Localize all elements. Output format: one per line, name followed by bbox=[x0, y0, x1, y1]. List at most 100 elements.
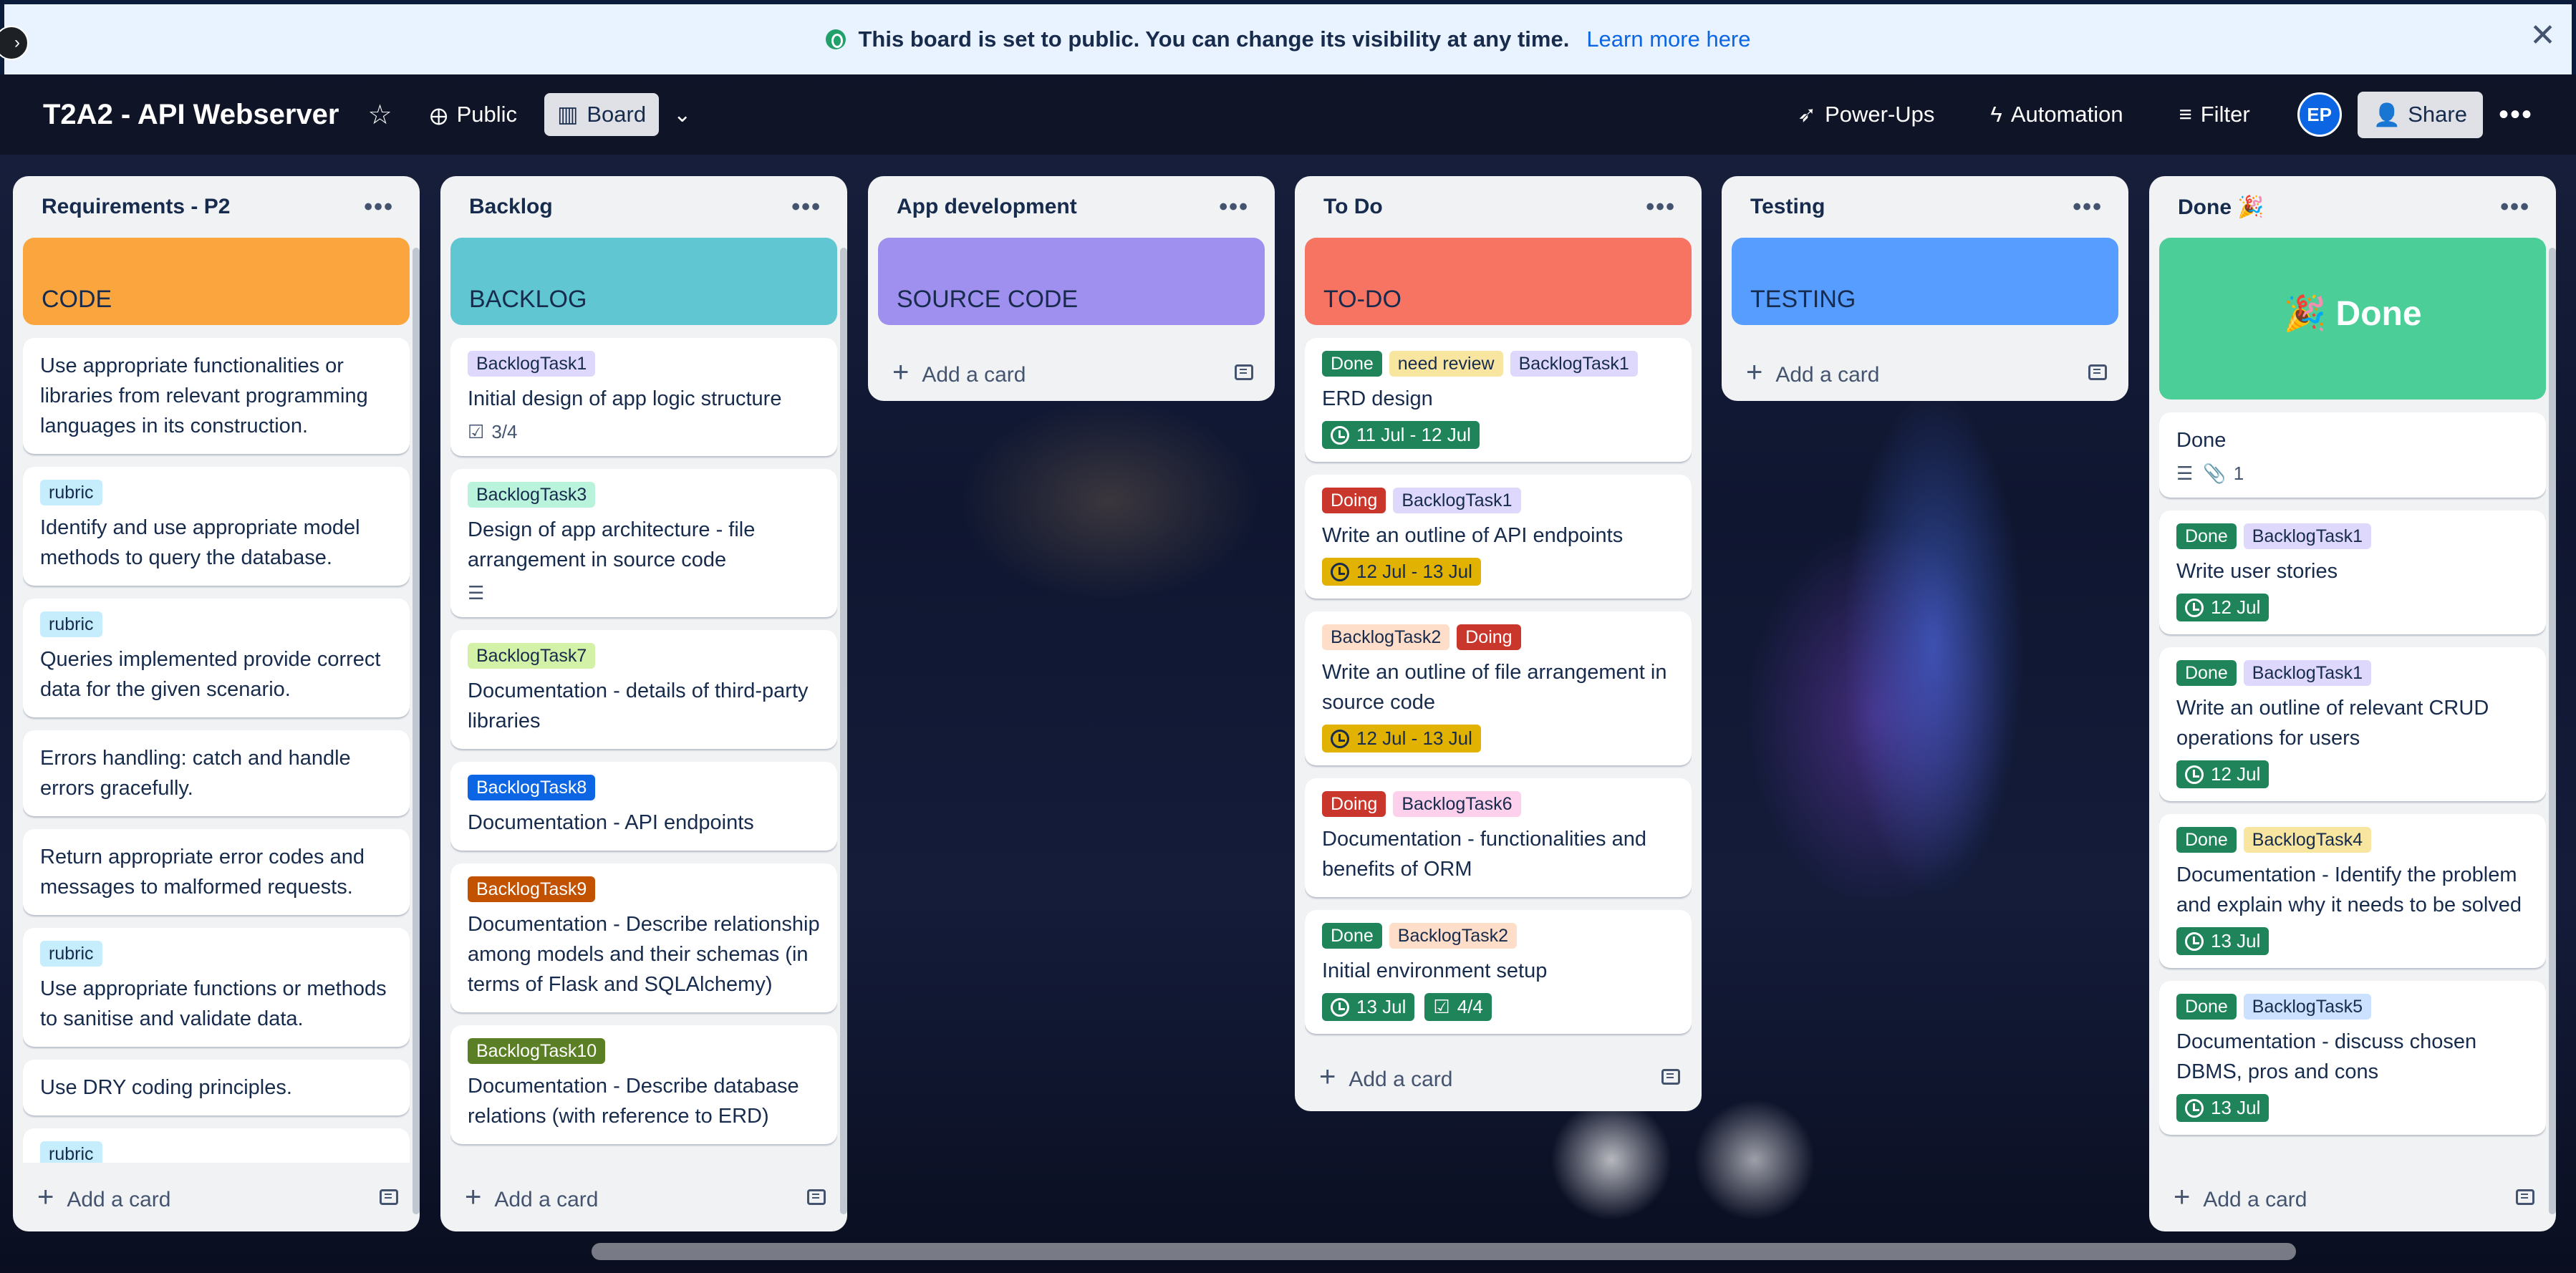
card[interactable]: Return appropriate error codes and messa… bbox=[23, 829, 410, 915]
card-label[interactable]: BacklogTask9 bbox=[468, 876, 596, 902]
more-menu-icon[interactable]: ••• bbox=[1219, 193, 1249, 221]
more-menu-icon[interactable]: ••• bbox=[2500, 193, 2530, 221]
list-title[interactable]: To Do bbox=[1323, 195, 1383, 219]
board-title[interactable]: T2A2 - API Webserver bbox=[43, 99, 339, 131]
card-label[interactable]: BacklogTask1 bbox=[2243, 660, 2372, 686]
card-label[interactable]: Doing bbox=[1322, 488, 1386, 513]
card-label[interactable]: rubric bbox=[40, 480, 102, 505]
card[interactable]: BacklogTask7 Documentation - details of t… bbox=[450, 630, 837, 749]
board-view-button[interactable]: ▥ Board bbox=[544, 93, 660, 136]
card[interactable]: Errors handling: catch and handle errors… bbox=[23, 730, 410, 816]
card[interactable]: Done ☰ 📎 1 bbox=[2159, 412, 2546, 498]
card-label[interactable]: BacklogTask2 bbox=[1389, 923, 1518, 949]
card[interactable]: BacklogTask1 Initial design of app logic … bbox=[450, 338, 837, 456]
card-label[interactable]: BacklogTask2 bbox=[1322, 624, 1450, 650]
card[interactable]: Done need review BacklogTask1 ERD design 11 … bbox=[1305, 338, 1692, 462]
due-date-badge[interactable]: 12 Jul bbox=[2176, 760, 2269, 788]
card-label[interactable]: rubric bbox=[40, 941, 102, 967]
list-title[interactable]: Requirements - P2 bbox=[42, 195, 230, 219]
due-date-badge[interactable]: 12 Jul - 13 Jul bbox=[1322, 725, 1481, 752]
cover-card[interactable]: BACKLOG bbox=[450, 238, 837, 325]
card-label[interactable]: BacklogTask1 bbox=[468, 351, 596, 377]
card-label[interactable]: BacklogTask10 bbox=[468, 1038, 606, 1064]
more-menu-icon[interactable]: ••• bbox=[2073, 193, 2103, 221]
add-card-button[interactable]: + Add a card bbox=[23, 1163, 410, 1231]
card-template-icon[interactable] bbox=[2516, 1189, 2534, 1205]
card[interactable]: Done BacklogTask1 Write user stories 12 Jul bbox=[2159, 510, 2546, 634]
card-label[interactable]: BacklogTask8 bbox=[468, 775, 596, 800]
list-scrollbar[interactable] bbox=[413, 248, 420, 1214]
due-date-badge[interactable]: 11 Jul - 12 Jul bbox=[1322, 421, 1480, 449]
card[interactable]: Use DRY coding principles. bbox=[23, 1060, 410, 1115]
card[interactable]: Done BacklogTask4 Documentation - Identify… bbox=[2159, 814, 2546, 968]
card[interactable]: rubric Queries implemented provide correc… bbox=[23, 599, 410, 717]
filter-button[interactable]: ≡ Filter bbox=[2166, 93, 2263, 136]
cover-card[interactable]: TO-DO bbox=[1305, 238, 1692, 325]
horizontal-scrollbar[interactable] bbox=[592, 1243, 2296, 1260]
add-card-button[interactable]: + Add a card bbox=[1305, 1042, 1692, 1111]
power-ups-button[interactable]: ➶ Power-Ups bbox=[1785, 93, 1947, 136]
card[interactable]: Use appropriate functionalities or libra… bbox=[23, 338, 410, 454]
card-label[interactable]: BacklogTask6 bbox=[1393, 791, 1521, 817]
card-label[interactable]: rubric bbox=[40, 611, 102, 637]
more-menu-icon[interactable]: ••• bbox=[364, 193, 394, 221]
card-template-icon[interactable] bbox=[2088, 364, 2107, 380]
card[interactable]: rubric Identify and use appropriate model… bbox=[23, 467, 410, 586]
card-label[interactable]: Done bbox=[1322, 351, 1382, 377]
card-label[interactable]: Done bbox=[2176, 660, 2237, 686]
card[interactable]: BacklogTask9 Documentation - Describe rel… bbox=[450, 863, 837, 1012]
card-template-icon[interactable] bbox=[380, 1189, 398, 1205]
card-label[interactable]: BacklogTask5 bbox=[2243, 994, 2372, 1020]
list-title[interactable]: Testing bbox=[1750, 195, 1825, 219]
card-label[interactable]: BacklogTask1 bbox=[1510, 351, 1638, 377]
automation-button[interactable]: ϟ Automation bbox=[1977, 93, 2136, 136]
list-title[interactable]: Backlog bbox=[469, 195, 553, 219]
due-date-badge[interactable]: 12 Jul - 13 Jul bbox=[1322, 558, 1481, 586]
share-button[interactable]: 👤 Share bbox=[2357, 91, 2483, 138]
more-menu-icon[interactable]: ••• bbox=[2499, 99, 2533, 131]
due-date-badge[interactable]: 13 Jul bbox=[1322, 993, 1415, 1021]
due-date-badge[interactable]: 13 Jul bbox=[2176, 927, 2269, 955]
add-card-button[interactable]: + Add a card bbox=[450, 1163, 837, 1231]
cover-card[interactable]: SOURCE CODE bbox=[878, 238, 1265, 325]
card[interactable]: BacklogTask2 Doing Write an outline of fil… bbox=[1305, 611, 1692, 765]
card-label[interactable]: rubric bbox=[40, 1141, 102, 1163]
add-card-button[interactable]: + Add a card bbox=[2159, 1163, 2546, 1231]
card-label[interactable]: Done bbox=[2176, 994, 2237, 1020]
visibility-button[interactable]: 🜨 Public bbox=[417, 83, 530, 146]
card[interactable]: Doing BacklogTask1 Write an outline of API… bbox=[1305, 475, 1692, 599]
card-label[interactable]: Done bbox=[2176, 827, 2237, 853]
sidebar-toggle-button[interactable]: › bbox=[0, 26, 29, 60]
card[interactable]: BacklogTask10 Documentation - Describe da… bbox=[450, 1025, 837, 1144]
list-scrollbar[interactable] bbox=[2549, 248, 2556, 1214]
add-card-button[interactable]: + Add a card bbox=[878, 338, 1265, 401]
card-template-icon[interactable] bbox=[807, 1189, 826, 1205]
add-card-button[interactable]: + Add a card bbox=[1732, 338, 2118, 401]
close-icon[interactable]: ✕ bbox=[2529, 20, 2556, 52]
more-menu-icon[interactable]: ••• bbox=[791, 193, 821, 221]
card[interactable]: BacklogTask8 Documentation - API endpoint… bbox=[450, 762, 837, 851]
card[interactable]: Done BacklogTask2 Initial environment setu… bbox=[1305, 910, 1692, 1034]
card[interactable]: rubric bbox=[23, 1128, 410, 1163]
list-title[interactable]: Done 🎉 bbox=[2178, 195, 2264, 220]
card[interactable]: BacklogTask3 Design of app architecture -… bbox=[450, 469, 837, 617]
star-icon[interactable]: ☆ bbox=[368, 99, 392, 131]
card[interactable]: Done BacklogTask1 Write an outline of rele… bbox=[2159, 647, 2546, 801]
card-label[interactable]: BacklogTask3 bbox=[468, 482, 596, 508]
card-template-icon[interactable] bbox=[1661, 1069, 1680, 1085]
cover-card[interactable]: 🎉 Done bbox=[2159, 238, 2546, 400]
card[interactable]: Doing BacklogTask6 Documentation - functio… bbox=[1305, 778, 1692, 897]
due-date-badge[interactable]: 12 Jul bbox=[2176, 594, 2269, 621]
list-title[interactable]: App development bbox=[897, 195, 1077, 219]
more-menu-icon[interactable]: ••• bbox=[1646, 193, 1676, 221]
card-label[interactable]: Done bbox=[1322, 923, 1382, 949]
card-label[interactable]: BacklogTask7 bbox=[468, 643, 596, 669]
card-template-icon[interactable] bbox=[1235, 364, 1253, 380]
avatar[interactable]: EP bbox=[2297, 92, 2342, 137]
card-label[interactable]: Doing bbox=[1322, 791, 1386, 817]
card[interactable]: Done BacklogTask5 Documentation - discuss … bbox=[2159, 981, 2546, 1135]
card-label[interactable]: need review bbox=[1389, 351, 1503, 377]
card-label[interactable]: BacklogTask1 bbox=[1393, 488, 1521, 513]
list-scrollbar[interactable] bbox=[840, 248, 847, 1214]
chevron-down-icon[interactable]: ⌄ bbox=[673, 102, 691, 127]
